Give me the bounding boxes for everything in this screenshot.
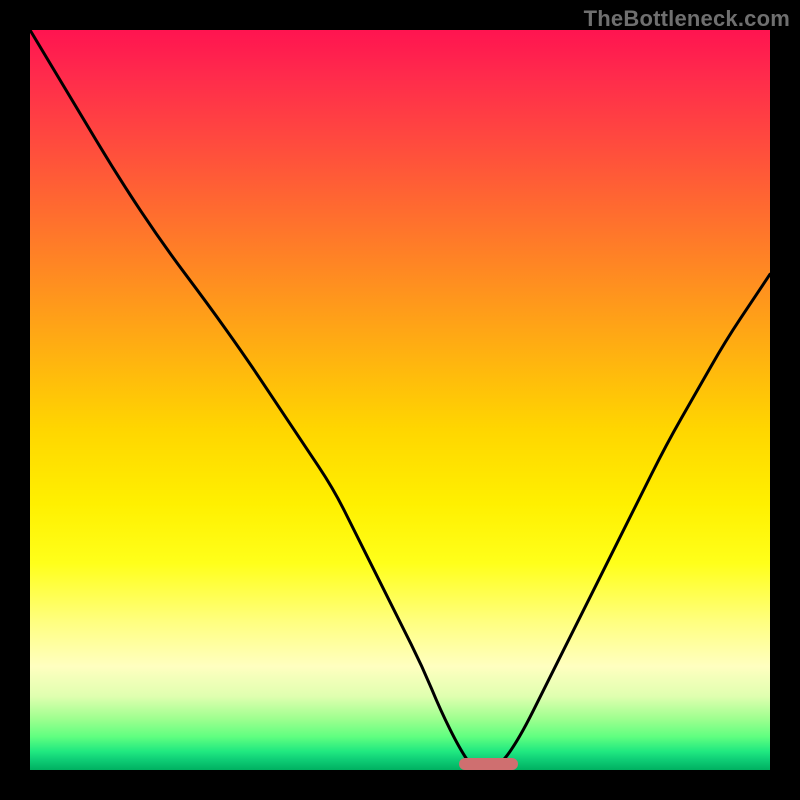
optimal-range-marker	[459, 758, 518, 770]
watermark-text: TheBottleneck.com	[584, 6, 790, 32]
plot-area	[30, 30, 770, 770]
chart-frame: TheBottleneck.com	[0, 0, 800, 800]
bottleneck-curve	[30, 30, 770, 770]
